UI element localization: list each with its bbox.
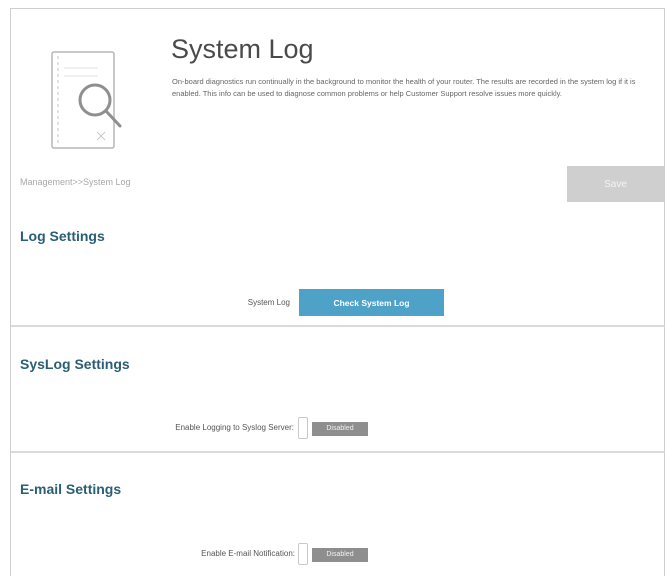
syslog-enable-label: Enable Logging to Syslog Server: bbox=[175, 423, 294, 432]
toggle-state-label: Disabled bbox=[312, 548, 368, 562]
toggle-state-label: Disabled bbox=[312, 422, 368, 436]
toggle-knob[interactable] bbox=[298, 543, 308, 565]
page-title: System Log bbox=[171, 34, 314, 64]
check-system-log-button[interactable]: Check System Log bbox=[299, 289, 444, 316]
section-divider bbox=[11, 325, 665, 327]
breadcrumb[interactable]: Management>>System Log bbox=[20, 177, 131, 187]
email-enable-label: Enable E-mail Notification: bbox=[201, 549, 295, 558]
section-title-log-settings: Log Settings bbox=[20, 228, 105, 244]
system-log-label: System Log bbox=[247, 298, 290, 307]
document-search-icon bbox=[51, 51, 122, 149]
toggle-knob[interactable] bbox=[298, 417, 308, 439]
page-description: On-board diagnostics run continually in … bbox=[172, 77, 636, 98]
save-button[interactable]: Save bbox=[567, 166, 664, 202]
section-title-syslog-settings: SysLog Settings bbox=[20, 356, 130, 372]
section-divider bbox=[11, 451, 665, 453]
section-title-email-settings: E-mail Settings bbox=[20, 481, 122, 497]
